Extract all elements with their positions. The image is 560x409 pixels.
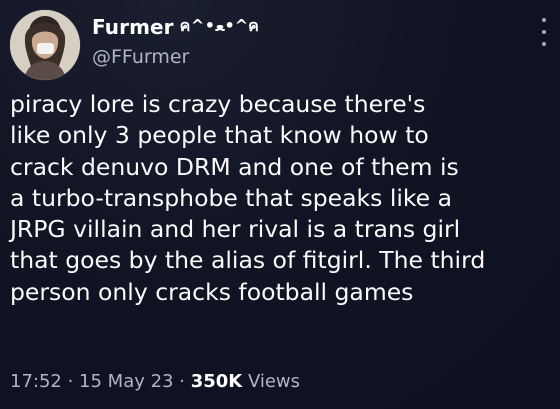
name-row: Furmer ค^•ﻌ•^ค — [92, 14, 259, 39]
tweet-line: that goes by the alias of fitgirl. The t… — [10, 246, 486, 275]
tweet-time[interactable]: 17:52 — [10, 371, 62, 392]
tweet-line: like only 3 people that know how to — [10, 121, 429, 150]
more-dot — [542, 30, 546, 34]
display-name-emoticon: ค^•ﻌ•^ค — [179, 16, 260, 35]
avatar-image — [10, 10, 80, 80]
avatar[interactable] — [10, 10, 80, 80]
tweet-line: a turbo-transphobe that speaks like a — [10, 183, 452, 212]
meta-separator: · — [61, 371, 80, 392]
views-count[interactable]: 350K — [191, 371, 243, 392]
more-dot — [542, 18, 546, 22]
tweet-line: JRPG villain and her rival is a trans gi… — [10, 215, 461, 244]
tweet-line: crack denuvo DRM and one of them is — [10, 152, 459, 181]
tweet-line: piracy lore is crazy because there's — [10, 90, 426, 118]
tweet-meta: 17:52 · 15 May 23 · 350K Views — [10, 371, 300, 392]
views-label: Views — [242, 371, 301, 392]
display-name[interactable]: Furmer — [92, 15, 174, 39]
tweet-date[interactable]: 15 May 23 — [79, 371, 173, 392]
tweet-line: person only cracks football games — [10, 277, 414, 306]
user-handle[interactable]: @FFurmer — [92, 46, 189, 68]
meta-separator: · — [173, 371, 191, 392]
more-dot — [542, 42, 546, 46]
tweet-card: Furmer ค^•ﻌ•^ค @FFurmer piracy lore is c… — [0, 0, 560, 409]
more-vertical-icon[interactable] — [539, 18, 549, 46]
tweet-text: piracy lore is crazy because there's lik… — [10, 89, 554, 308]
